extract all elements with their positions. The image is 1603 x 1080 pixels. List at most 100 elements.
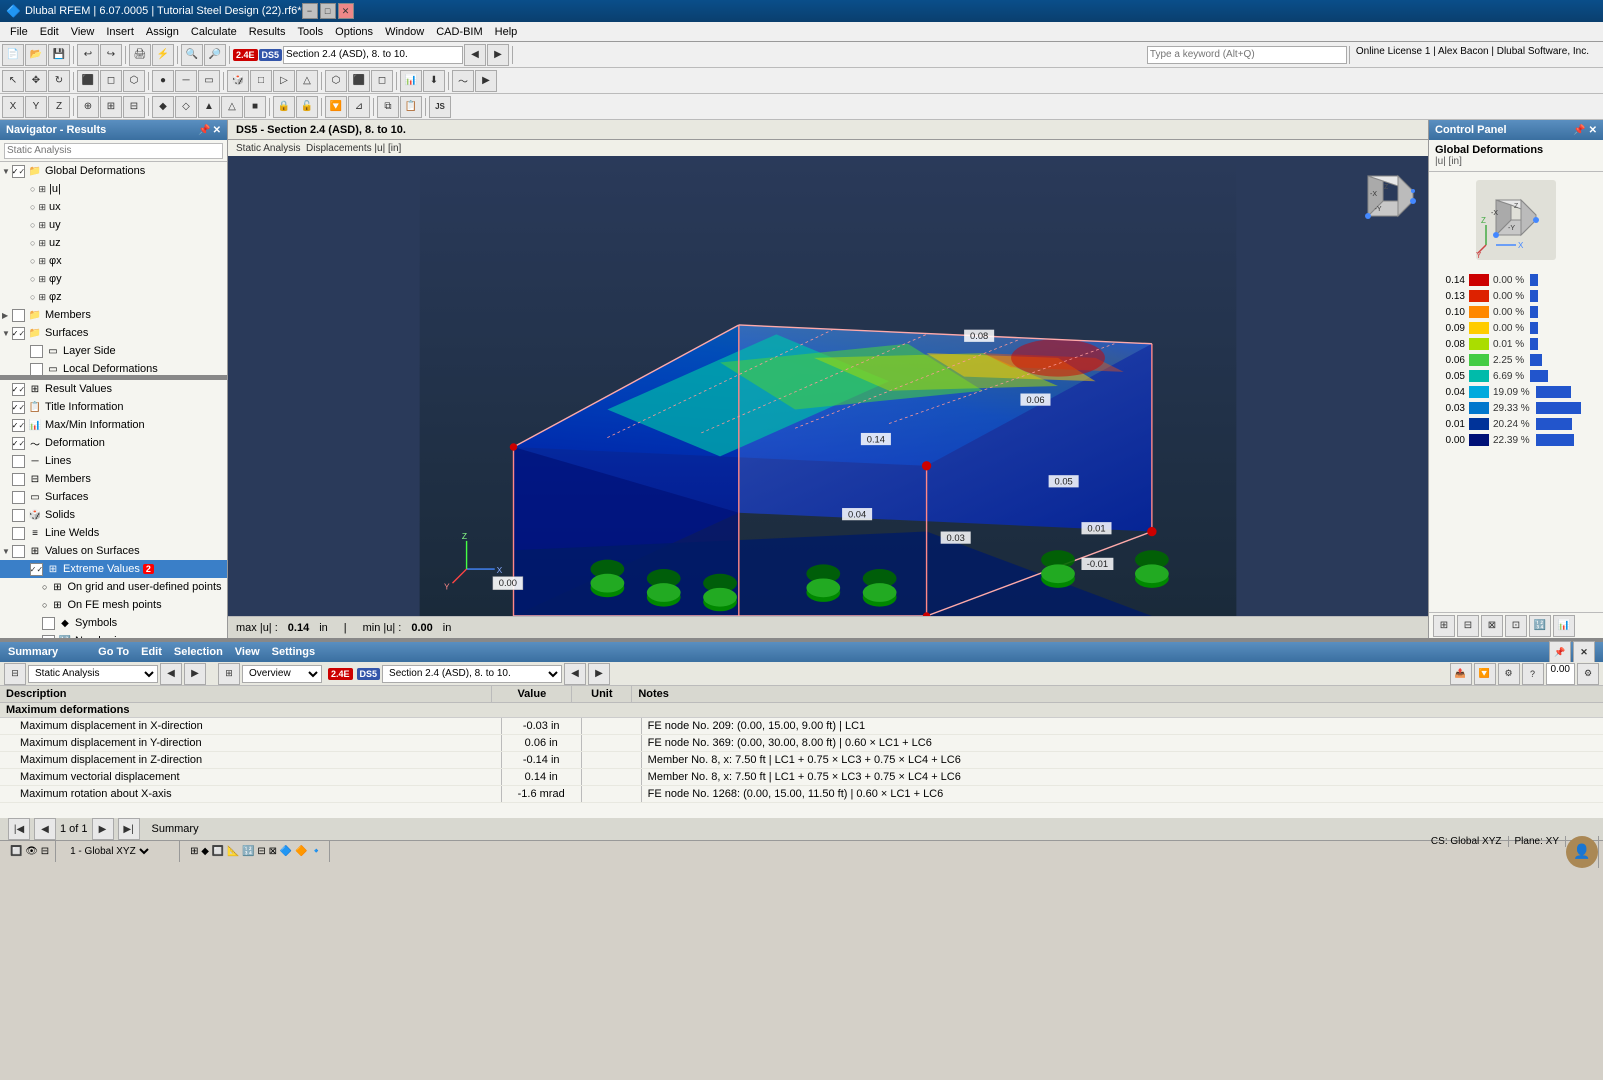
- tree-item-phiz[interactable]: ○ ⊞ φz: [0, 288, 227, 306]
- sum-extra[interactable]: ⚙: [1577, 663, 1599, 685]
- tb-view1[interactable]: ⬛: [77, 70, 99, 92]
- tb-save[interactable]: 💾: [48, 44, 70, 66]
- tb-show-lines[interactable]: ─: [175, 70, 197, 92]
- tb-js[interactable]: JS: [429, 96, 451, 118]
- sum-next-load[interactable]: ▶: [184, 663, 206, 685]
- sum-analysis-select[interactable]: Static Analysis: [28, 665, 158, 683]
- tb-filter1[interactable]: 🔽: [325, 96, 347, 118]
- cb-solids[interactable]: [12, 509, 25, 522]
- expand-arrow[interactable]: ▼: [2, 167, 12, 176]
- tb-obj4[interactable]: △: [221, 96, 243, 118]
- cb-lines2[interactable]: [12, 455, 25, 468]
- cp-tb-btn3[interactable]: ⊠: [1481, 615, 1503, 637]
- tree-item-surfaces[interactable]: ▼ ✓ 📁 Surfaces: [0, 324, 227, 342]
- tree-item-maxmin-info[interactable]: ✓ 📊 Max/Min Information: [0, 416, 227, 434]
- menu-file[interactable]: File: [4, 24, 34, 40]
- sum-settings2[interactable]: ⚙: [1498, 663, 1520, 685]
- tb-filter2[interactable]: ⊿: [348, 96, 370, 118]
- minimize-button[interactable]: −: [302, 3, 318, 19]
- menu-calculate[interactable]: Calculate: [185, 24, 243, 40]
- sum-prev-section[interactable]: ◀: [564, 663, 586, 685]
- tb-print[interactable]: 🖨: [129, 44, 151, 66]
- cb-surfaces2[interactable]: [12, 491, 25, 504]
- tree-item-lines2[interactable]: ─ Lines: [0, 452, 227, 470]
- sum-filter[interactable]: 🔽: [1474, 663, 1496, 685]
- cb-numbering[interactable]: [42, 635, 55, 639]
- cp-close[interactable]: ✕: [1589, 125, 1597, 136]
- sum-next-section[interactable]: ▶: [588, 663, 610, 685]
- tree-item-phix[interactable]: ○ ⊞ φx: [0, 252, 227, 270]
- sum-overview-select[interactable]: Overview: [242, 665, 322, 683]
- sum-row-0[interactable]: Maximum displacement in X-direction -0.0…: [0, 718, 1603, 735]
- tree-item-symbols2[interactable]: ◆ Symbols: [0, 614, 227, 632]
- tb-obj1[interactable]: ◆: [152, 96, 174, 118]
- summary-goto[interactable]: Go To: [98, 646, 129, 658]
- viewport-canvas[interactable]: 0.08 0.14 0.06 0.04 0.05 0.03 0.01 -0.01…: [228, 156, 1428, 616]
- sum-row-4[interactable]: Maximum rotation about X-axis -1.6 mrad …: [0, 786, 1603, 803]
- tree-item-members2[interactable]: ⊟ Members: [0, 470, 227, 488]
- cb-title-info[interactable]: ✓: [12, 401, 25, 414]
- cp-tb-btn1[interactable]: ⊞: [1433, 615, 1455, 637]
- sum-row-2[interactable]: Maximum displacement in Z-direction -0.1…: [0, 752, 1603, 769]
- tb-loads[interactable]: ⬇: [423, 70, 445, 92]
- tb-new[interactable]: 📄: [2, 44, 24, 66]
- tree-item-numbering[interactable]: 🔢 Numbering: [0, 632, 227, 638]
- cp-tb-btn2[interactable]: ⊟: [1457, 615, 1479, 637]
- tb-paste[interactable]: 📋: [400, 96, 422, 118]
- summary-close[interactable]: ✕: [1573, 641, 1595, 663]
- tb-zoom-out[interactable]: 🔎: [204, 44, 226, 66]
- sum-tb-icon[interactable]: ⊟: [4, 663, 26, 685]
- tb-axis-y[interactable]: Y: [25, 96, 47, 118]
- tree-item-ux[interactable]: ○ ⊞ ux: [0, 198, 227, 216]
- sum-section-select[interactable]: Section 2.4 (ASD), 8. to 10.: [382, 665, 562, 683]
- menu-assign[interactable]: Assign: [140, 24, 185, 40]
- tb-redo[interactable]: ↪: [100, 44, 122, 66]
- summary-view[interactable]: View: [235, 646, 260, 658]
- tb-iso[interactable]: 🎲: [227, 70, 249, 92]
- menu-window[interactable]: Window: [379, 24, 430, 40]
- menu-results[interactable]: Results: [243, 24, 292, 40]
- tb-rotate[interactable]: ↻: [48, 70, 70, 92]
- cb-extreme-values[interactable]: ✓: [30, 563, 43, 576]
- tree-item-on-fe[interactable]: ○ ⊞ On FE mesh points: [0, 596, 227, 614]
- tree-checkbox-local[interactable]: [30, 363, 43, 376]
- tb-snap3[interactable]: ⊟: [123, 96, 145, 118]
- tb-top[interactable]: △: [296, 70, 318, 92]
- tree-item-members[interactable]: ▶ 📁 Members: [0, 306, 227, 324]
- tree-item-result-values[interactable]: ✓ ⊞ Result Values: [0, 380, 227, 398]
- tree-item-line-welds[interactable]: ≡ Line Welds: [0, 524, 227, 542]
- tb-solid[interactable]: ⬛: [348, 70, 370, 92]
- cb-vos2[interactable]: [12, 545, 25, 558]
- tb-animate[interactable]: ▶: [475, 70, 497, 92]
- tb-copy[interactable]: ⧉: [377, 96, 399, 118]
- cp-tb-btn6[interactable]: 📊: [1553, 615, 1575, 637]
- cb-result-values[interactable]: ✓: [12, 383, 25, 396]
- tb-show-surfaces[interactable]: ▭: [198, 70, 220, 92]
- tb-next[interactable]: ▶: [487, 44, 509, 66]
- menu-help[interactable]: Help: [489, 24, 524, 40]
- tb-right[interactable]: ▷: [273, 70, 295, 92]
- sum-fwd[interactable]: ▶: [92, 818, 114, 840]
- tb-front[interactable]: □: [250, 70, 272, 92]
- tb-axis-x[interactable]: X: [2, 96, 24, 118]
- status-view-combo[interactable]: 1 - Global XYZ: [60, 841, 180, 862]
- tree-item-surfaces2[interactable]: ▭ Surfaces: [0, 488, 227, 506]
- tb-prev[interactable]: ◀: [464, 44, 486, 66]
- tb-undo[interactable]: ↩: [77, 44, 99, 66]
- cb-line-welds[interactable]: [12, 527, 25, 540]
- cp-tb-btn5[interactable]: 🔢: [1529, 615, 1551, 637]
- nav-pin-button[interactable]: 📌: [198, 125, 210, 136]
- tb-snap2[interactable]: ⊞: [100, 96, 122, 118]
- cb-members2[interactable]: [12, 473, 25, 486]
- tb-lock[interactable]: 🔒: [273, 96, 295, 118]
- tree-item-on-grid[interactable]: ○ ⊞ On grid and user-defined points: [0, 578, 227, 596]
- sum-last[interactable]: ▶|: [118, 818, 140, 840]
- expand-arrow-vos2[interactable]: ▼: [2, 547, 12, 556]
- tb-move[interactable]: ✥: [25, 70, 47, 92]
- tb-deform[interactable]: 〜: [452, 70, 474, 92]
- sum-row-1[interactable]: Maximum displacement in Y-direction 0.06…: [0, 735, 1603, 752]
- view-select[interactable]: 1 - Global XYZ: [66, 845, 152, 858]
- tree-checkbox-surfaces[interactable]: ✓: [12, 327, 25, 340]
- nav-close-button[interactable]: ✕: [213, 125, 221, 136]
- tb-wireframe[interactable]: ⬡: [325, 70, 347, 92]
